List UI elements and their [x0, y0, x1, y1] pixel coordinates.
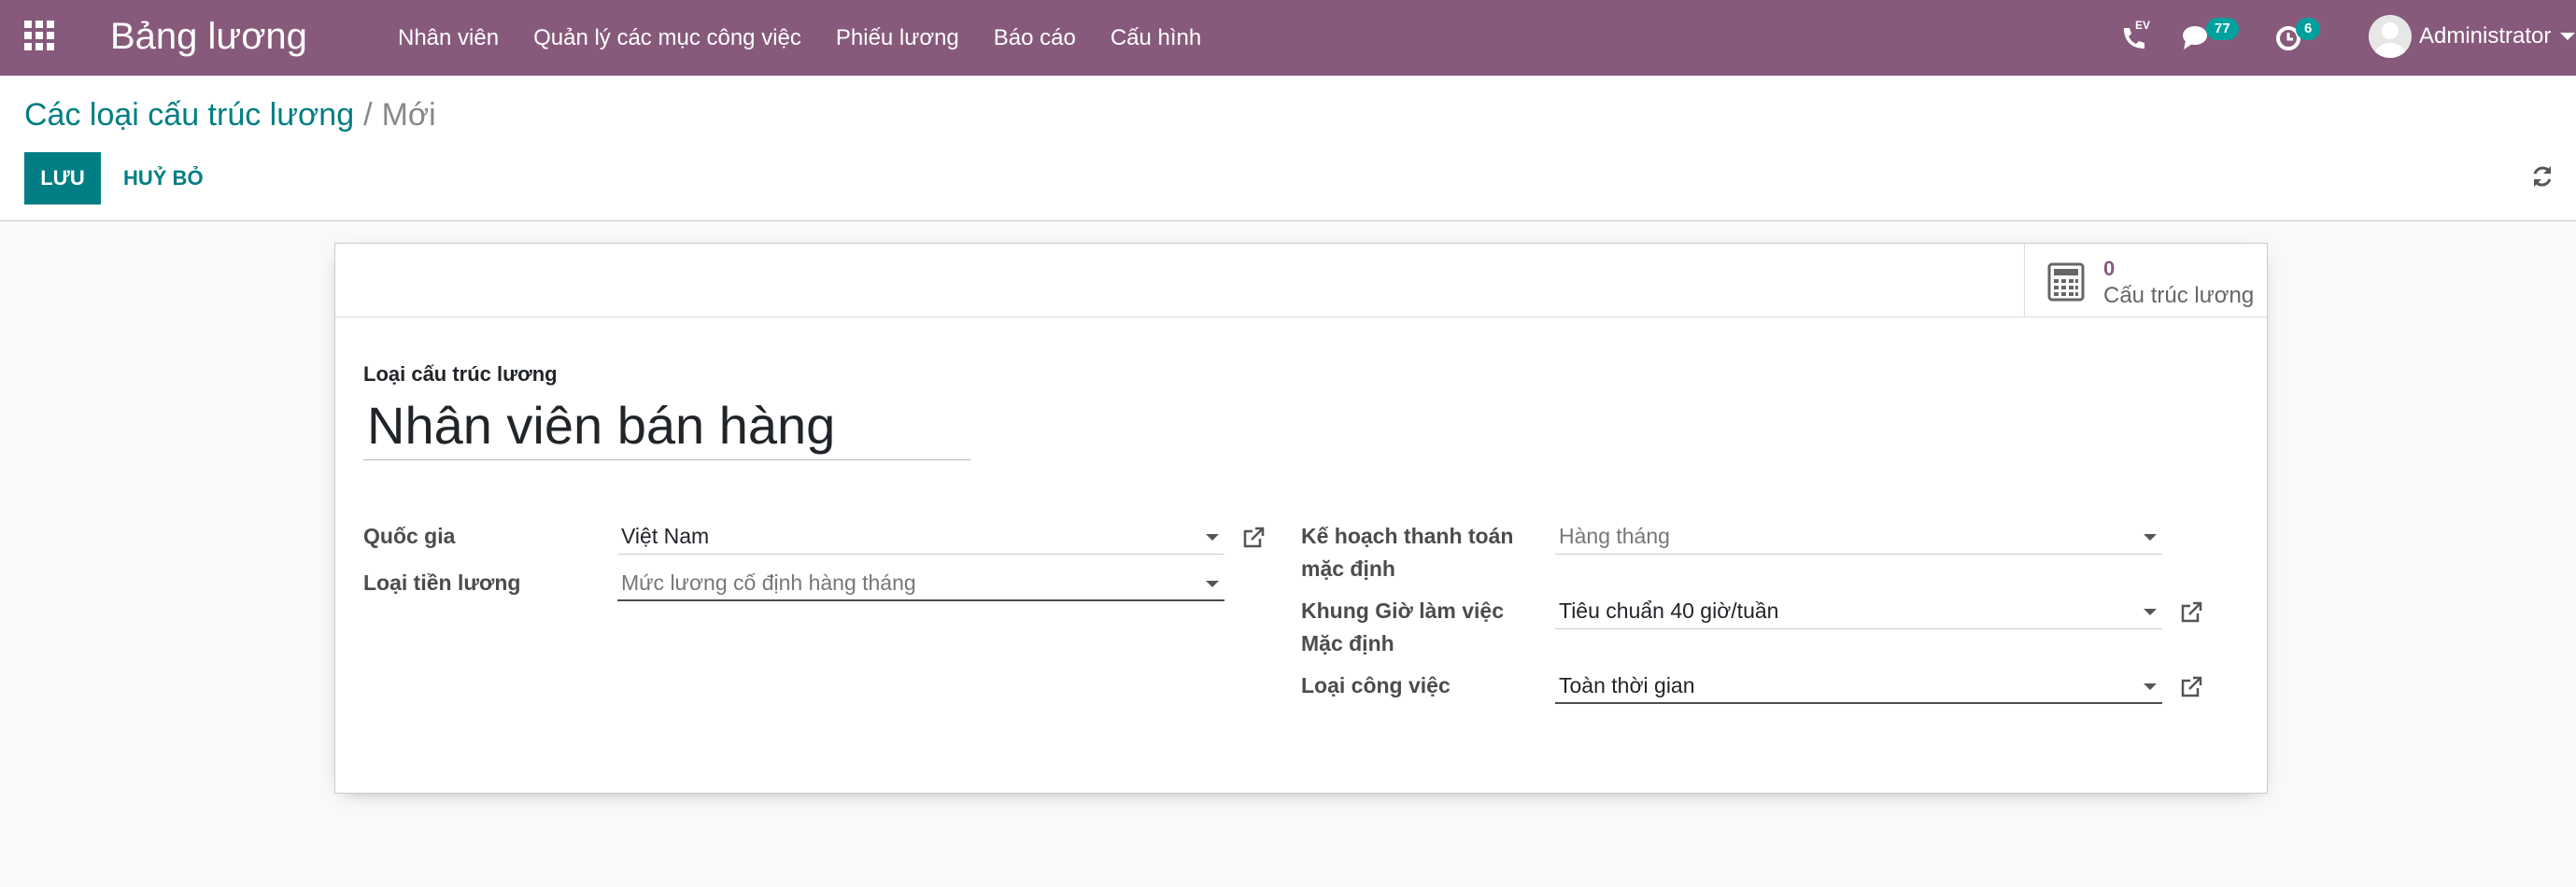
user-name: Administrator	[2419, 23, 2552, 49]
schedule-pay-value: Hàng tháng	[1559, 524, 1670, 548]
chevron-down-icon	[2144, 534, 2157, 541]
working-hours-label: Khung Giờ làm việc Mặc định	[1301, 595, 1504, 660]
schedule-pay-label-line1: Kế hoạch thanh toán	[1301, 524, 1514, 548]
job-type-label: Loại công việc	[1301, 673, 1451, 697]
activities-count-badge: 6	[2296, 18, 2321, 40]
working-hours-label-line1: Khung Giờ làm việc	[1301, 598, 1505, 623]
breadcrumb: Các loại cấu trúc lương / Mới	[24, 94, 436, 135]
chevron-down-icon	[2144, 683, 2157, 690]
wage-type-value: Mức lương cố định hàng tháng	[621, 570, 916, 595]
working-hours-select[interactable]: Tiêu chuẩn 40 giờ/tuần	[1555, 594, 2162, 629]
voip-label: EV	[2135, 19, 2151, 32]
external-link-icon[interactable]	[2179, 600, 2203, 625]
button-box: 0 Cấu trúc lương	[335, 244, 2267, 317]
external-link-icon[interactable]	[1241, 526, 1266, 550]
user-menu[interactable]: Administrator	[2369, 13, 2576, 60]
form-sheet: 0 Cấu trúc lương Loại cấu trúc lương Nhâ…	[334, 243, 2268, 794]
menu-item-reports[interactable]: Báo cáo	[994, 25, 1076, 51]
app-title[interactable]: Bảng lương	[110, 13, 307, 60]
top-navbar: Bảng lương Nhân viên Quản lý các mục côn…	[0, 0, 2576, 76]
refresh-icon[interactable]	[2529, 163, 2555, 190]
breadcrumb-parent-link[interactable]: Các loại cấu trúc lương	[24, 97, 354, 133]
messages-button[interactable]: 77	[2182, 18, 2247, 56]
breadcrumb-separator: /	[363, 97, 373, 133]
menu-item-configuration[interactable]: Cấu hình	[1111, 25, 1201, 51]
avatar	[2369, 15, 2412, 58]
external-link-icon[interactable]	[2179, 675, 2203, 699]
wage-type-select[interactable]: Mức lương cố định hàng tháng	[617, 566, 1224, 601]
chevron-down-icon	[1206, 581, 1219, 587]
job-type-value: Toàn thời gian	[1559, 673, 1695, 697]
save-button[interactable]: LƯU	[24, 152, 101, 204]
menu-item-employees[interactable]: Nhân viên	[398, 25, 499, 51]
country-select[interactable]: Việt Nam	[617, 519, 1224, 555]
menu-item-payslips[interactable]: Phiếu lương	[836, 25, 959, 51]
wage-type-label: Loại tiền lương	[363, 570, 521, 595]
menu-item-work-entries[interactable]: Quản lý các mục công việc	[533, 25, 801, 51]
job-type-select[interactable]: Toàn thời gian	[1555, 669, 2162, 704]
title-label: Loại cấu trúc lương	[363, 362, 558, 386]
apps-menu-icon[interactable]	[24, 21, 56, 52]
salary-structures-stat-button[interactable]: 0 Cấu trúc lương	[2024, 244, 2267, 317]
discard-button[interactable]: HUỶ BỎ	[110, 152, 217, 204]
activities-button[interactable]: 6	[2275, 18, 2331, 56]
messages-count-badge: 77	[2206, 18, 2239, 40]
schedule-pay-label: Kế hoạch thanh toán mặc định	[1301, 520, 1513, 585]
chevron-down-icon	[2560, 33, 2576, 40]
schedule-pay-label-line2: mặc định	[1301, 556, 1395, 581]
control-panel: Các loại cấu trúc lương / Mới LƯU HUỶ BỎ	[0, 76, 2576, 221]
country-label: Quốc gia	[363, 524, 456, 548]
main-menu: Nhân viên Quản lý các mục công việc Phiế…	[398, 0, 1236, 76]
breadcrumb-current: Mới	[381, 97, 436, 133]
calculator-icon	[2047, 262, 2085, 302]
working-hours-value: Tiêu chuẩn 40 giờ/tuần	[1559, 598, 1779, 623]
working-hours-label-line2: Mặc định	[1301, 631, 1394, 655]
chevron-down-icon	[1206, 534, 1219, 541]
structure-type-name-input[interactable]: Nhân viên bán hàng	[363, 393, 970, 460]
chevron-down-icon	[2144, 609, 2157, 615]
stat-label: Cấu trúc lương	[2103, 283, 2255, 308]
stat-value: 0	[2103, 257, 2116, 280]
schedule-pay-select[interactable]: Hàng tháng	[1555, 519, 2162, 555]
country-value: Việt Nam	[621, 524, 710, 548]
